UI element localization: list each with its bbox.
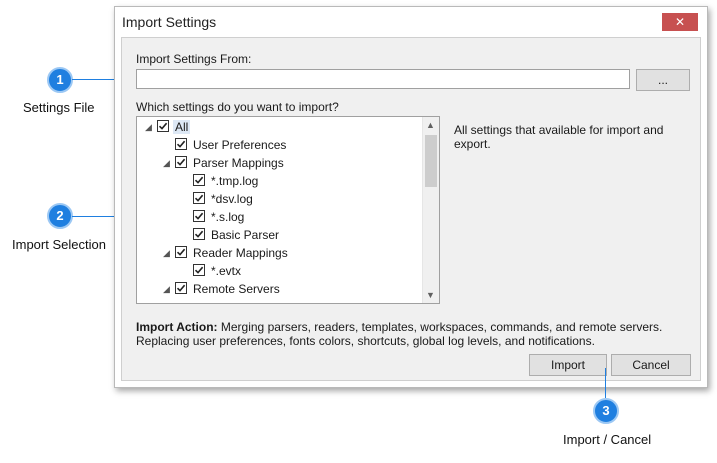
tree-item-checkbox[interactable] <box>193 174 205 186</box>
tree-item-label: *.evtx <box>211 264 242 278</box>
tree-item[interactable]: *.s.log <box>137 208 421 226</box>
tree-item-checkbox[interactable] <box>175 246 187 258</box>
tree-item-label: Reader Mappings <box>193 246 288 260</box>
tree-item-label: Parser Mappings <box>193 156 284 170</box>
tree-item-label: User Preferences <box>193 138 287 152</box>
chevron-down-icon[interactable]: ▼ <box>426 290 435 300</box>
selection-description: All settings that available for import a… <box>454 123 664 151</box>
scroll-thumb[interactable] <box>425 135 437 187</box>
check-icon <box>194 194 204 202</box>
tree-item-checkbox[interactable] <box>193 192 205 204</box>
callout-badge-3: 3 <box>593 398 619 424</box>
browse-button[interactable]: ... <box>636 69 690 91</box>
settings-tree[interactable]: ◢ All User Preferences ◢ Parser Mappings *.tm… <box>136 116 440 304</box>
tree-item-label: Basic Parser <box>211 228 280 242</box>
tree-item[interactable]: Basic Parser <box>137 226 421 244</box>
tree-item-checkbox[interactable] <box>175 282 187 294</box>
tree-item-label: *.tmp.log <box>211 174 259 188</box>
check-icon <box>194 176 204 184</box>
tree-item-checkbox[interactable] <box>193 264 205 276</box>
cancel-button[interactable]: Cancel <box>611 354 691 376</box>
tree-item-checkbox[interactable] <box>193 228 205 240</box>
check-icon <box>194 212 204 220</box>
import-action-text: Import Action: Merging parsers, readers,… <box>136 320 692 348</box>
tree-item[interactable]: *dsv.log <box>137 190 421 208</box>
content-panel: Import Settings From: ... Which settings… <box>121 37 701 381</box>
check-icon <box>176 140 186 148</box>
check-icon <box>176 284 186 292</box>
import-action-label: Import Action: <box>136 320 218 334</box>
tree-scrollbar[interactable]: ▲ ▼ <box>422 117 439 303</box>
tree-item-label: *.s.log <box>211 210 245 224</box>
check-icon <box>194 266 204 274</box>
tree-item-label: Remote Servers <box>193 282 280 296</box>
chevron-up-icon[interactable]: ▲ <box>426 120 435 130</box>
tree-item-checkbox[interactable] <box>193 210 205 222</box>
import-settings-dialog: Import Settings ✕ Import Settings From: … <box>114 6 708 388</box>
tree-item-checkbox[interactable] <box>175 138 187 150</box>
callout-leader-3 <box>605 368 606 398</box>
tree-item[interactable]: ◢ Reader Mappings <box>137 244 421 262</box>
tree-item-checkbox[interactable] <box>157 120 169 132</box>
title-bar: Import Settings ✕ <box>115 7 707 37</box>
tree-item-checkbox[interactable] <box>175 156 187 168</box>
expander-icon[interactable]: ◢ <box>163 158 173 168</box>
tree-item[interactable]: User Preferences <box>137 136 421 154</box>
tree-item[interactable]: ◢ Parser Mappings <box>137 154 421 172</box>
check-icon <box>176 248 186 256</box>
expander-icon[interactable]: ◢ <box>145 122 155 132</box>
import-from-label: Import Settings From: <box>136 52 252 66</box>
dialog-title: Import Settings <box>122 14 217 30</box>
callout-label-import-selection: Import Selection <box>12 237 106 252</box>
expander-icon[interactable]: ◢ <box>163 284 173 294</box>
close-button[interactable]: ✕ <box>662 13 698 31</box>
close-icon: ✕ <box>674 15 686 29</box>
tree-item[interactable]: ◢ Remote Servers <box>137 280 421 298</box>
callout-badge-2: 2 <box>47 203 73 229</box>
tree-item-label: *dsv.log <box>211 192 253 206</box>
callout-label-settings-file: Settings File <box>23 100 95 115</box>
callout-badge-1: 1 <box>47 67 73 93</box>
which-settings-label: Which settings do you want to import? <box>136 100 339 114</box>
tree-item[interactable]: *.evtx <box>137 262 421 280</box>
check-icon <box>158 122 168 130</box>
callout-label-import-cancel: Import / Cancel <box>563 432 652 447</box>
tree-item-label: All <box>173 120 191 134</box>
settings-file-input[interactable] <box>136 69 630 89</box>
tree-item[interactable]: ◢ All <box>137 118 421 136</box>
tree-item[interactable]: *.tmp.log <box>137 172 421 190</box>
import-button[interactable]: Import <box>529 354 607 376</box>
check-icon <box>194 230 204 238</box>
expander-icon[interactable]: ◢ <box>163 248 173 258</box>
check-icon <box>176 158 186 166</box>
